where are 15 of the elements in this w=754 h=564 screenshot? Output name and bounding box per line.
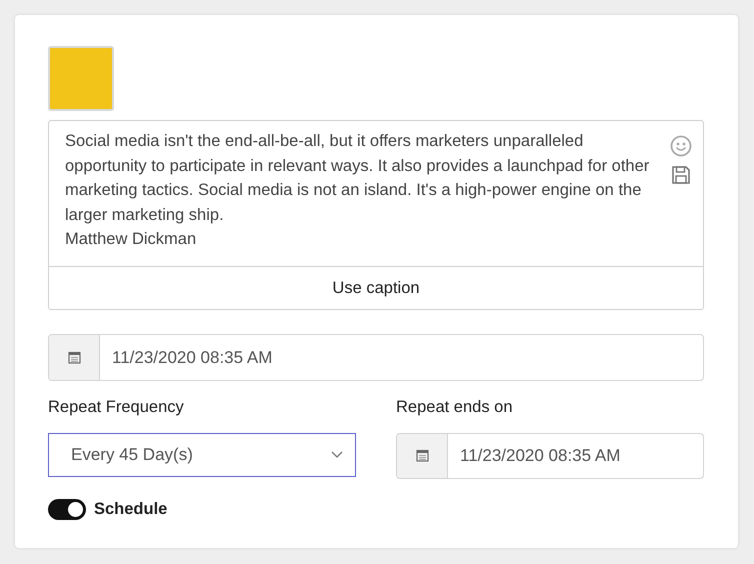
save-icon[interactable] — [671, 165, 691, 185]
calendar-icon[interactable] — [68, 351, 80, 364]
toggle-switch[interactable] — [48, 498, 86, 520]
use-caption-button[interactable]: Use caption — [48, 267, 704, 310]
caption-text: Social media isn't the end-all-be-all, but it offers marketers unparalleled opportunity to participate in relevant ways. It also provides a launchpad for other marketing tactics. Social media is not an island. It's a high-power engine on the larger marketing ship. Matthew Dickman — [65, 131, 650, 250]
select-value: Every 45 Day(s) — [71, 444, 193, 466]
calendar-icon[interactable] — [416, 449, 428, 462]
field-label: Repeat ends on — [396, 397, 514, 418]
field-label: Repeat Frequency — [48, 397, 185, 418]
toggle-label: Schedule — [94, 498, 168, 520]
date-field[interactable]: 11/23/2020 08:35 AM — [396, 432, 704, 479]
photo-placeholder — [48, 46, 114, 111]
caption-field[interactable] — [48, 120, 704, 267]
frequency-select[interactable]: Every 45 Day(s) — [48, 432, 356, 477]
chevron-down-icon — [331, 450, 343, 459]
